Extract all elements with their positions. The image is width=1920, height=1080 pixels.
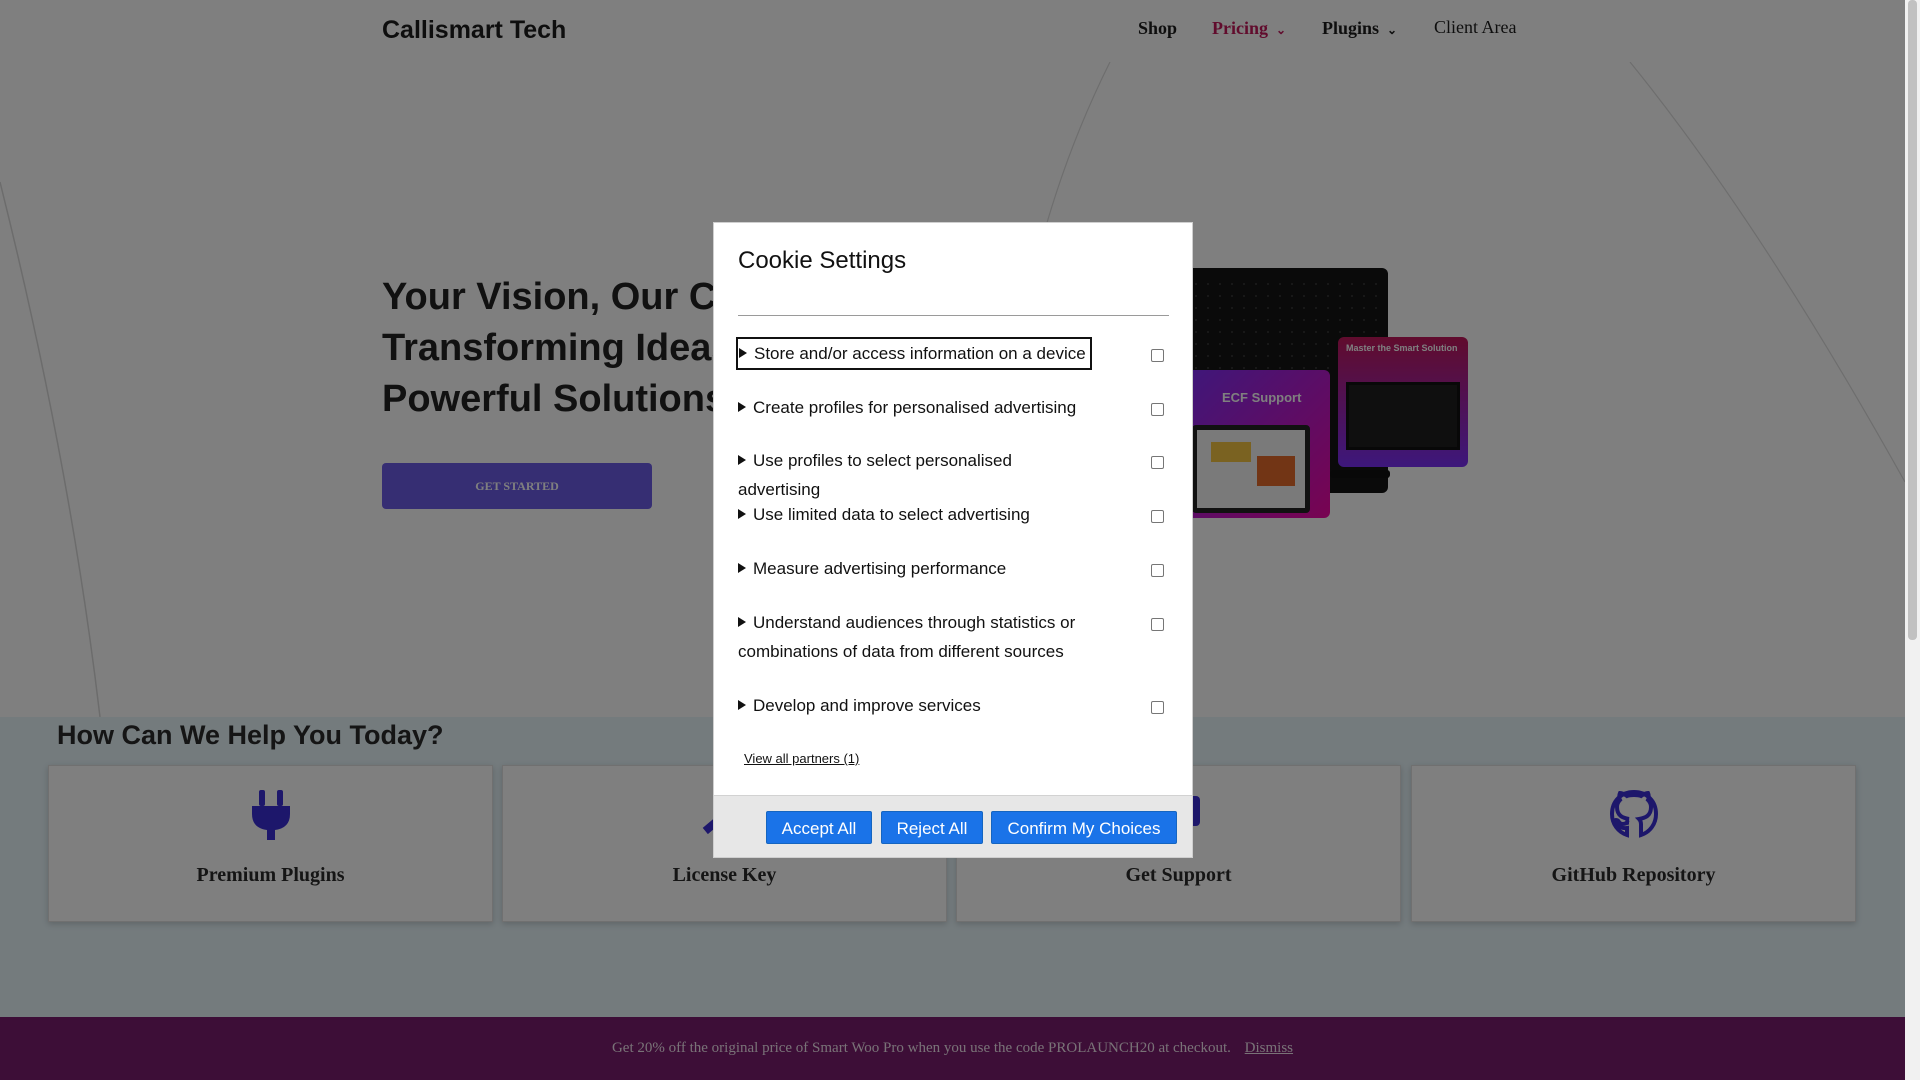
cookie-settings-dialog: Cookie Settings Store and/or access info…: [713, 222, 1193, 858]
purpose-checkbox-use-profiles[interactable]: [1151, 456, 1164, 469]
purpose-checkbox-store-access[interactable]: [1151, 349, 1164, 362]
divider: [738, 315, 1169, 316]
purpose-create-profiles[interactable]: Create profiles for personalised adverti…: [738, 393, 1098, 422]
purpose-use-profiles[interactable]: Use profiles to select personalised adve…: [738, 446, 1098, 504]
purpose-checkbox-develop-services[interactable]: [1151, 701, 1164, 714]
view-all-partners-link[interactable]: View all partners (1): [744, 751, 859, 766]
page-scrollbar[interactable]: [1905, 0, 1920, 1080]
accept-all-button[interactable]: Accept All: [766, 811, 872, 844]
disclosure-triangle-icon: [739, 348, 747, 358]
disclosure-triangle-icon: [738, 563, 746, 573]
disclosure-triangle-icon: [738, 509, 746, 519]
reject-all-button[interactable]: Reject All: [881, 811, 983, 844]
purpose-measure-performance[interactable]: Measure advertising performance: [738, 554, 1098, 583]
disclosure-triangle-icon: [738, 700, 746, 710]
disclosure-triangle-icon: [738, 455, 746, 465]
cookie-dialog-footer: Accept All Reject All Confirm My Choices: [714, 795, 1192, 857]
scrollbar-thumb[interactable]: [1908, 0, 1917, 640]
purpose-checkbox-limited-data[interactable]: [1151, 510, 1164, 523]
confirm-my-choices-button[interactable]: Confirm My Choices: [991, 811, 1177, 844]
cookie-dialog-title: Cookie Settings: [738, 247, 907, 274]
purpose-understand-audiences[interactable]: Understand audiences through statistics …: [738, 608, 1098, 666]
purpose-checkbox-create-profiles[interactable]: [1151, 403, 1164, 416]
disclosure-triangle-icon: [738, 402, 746, 412]
purpose-limited-data[interactable]: Use limited data to select advertising: [738, 500, 1098, 529]
purpose-checkbox-understand-audiences[interactable]: [1151, 618, 1164, 631]
disclosure-triangle-icon: [738, 617, 746, 627]
purpose-store-access[interactable]: Store and/or access information on a dev…: [736, 337, 1092, 370]
purpose-checkbox-measure-performance[interactable]: [1151, 564, 1164, 577]
purpose-develop-services[interactable]: Develop and improve services: [738, 691, 1098, 720]
